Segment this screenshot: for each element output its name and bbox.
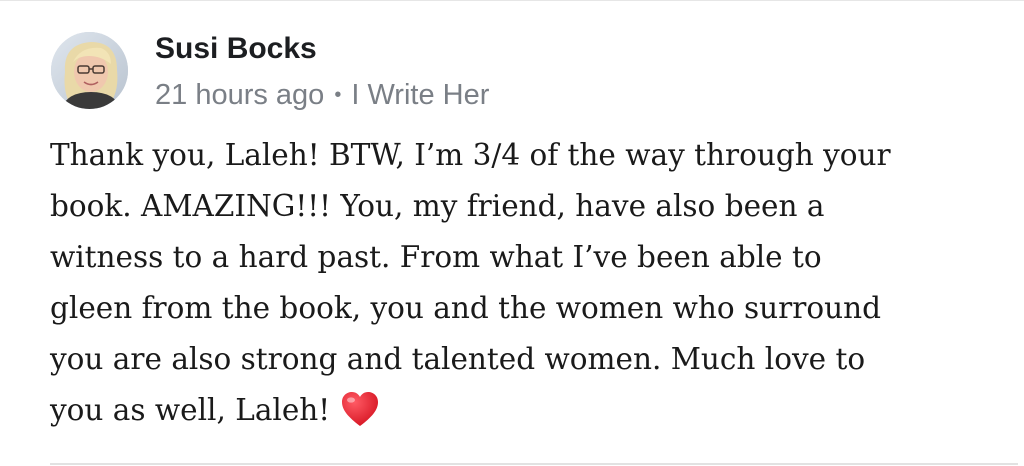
comment-meta: 21 hours ago • I Write Her [155, 76, 489, 114]
comment-line: Thank you, Laleh! BTW, I’m 3/4 of the wa… [50, 138, 891, 172]
avatar-image [51, 32, 128, 109]
comment-body: Thank you, Laleh! BTW, I’m 3/4 of the wa… [50, 130, 1010, 436]
comment-last-line: you as well, Laleh! [50, 385, 1010, 436]
comment-card: Susi Bocks 21 hours ago • I Write Her Than… [0, 0, 1024, 466]
timestamp[interactable]: 21 hours ago [155, 79, 324, 111]
comment-line: gleen from the book, you and the women w… [50, 291, 881, 325]
context-link[interactable]: I Write Her [351, 79, 489, 111]
comment-line: you are also strong and talented women. … [50, 342, 866, 376]
avatar[interactable] [51, 32, 128, 109]
red-heart-icon [340, 390, 380, 428]
comment-line-text: you as well, Laleh! [50, 393, 331, 427]
top-divider [0, 0, 1024, 1]
author-name[interactable]: Susi Bocks [155, 30, 317, 68]
bottom-divider [50, 463, 1018, 465]
comment-line: book. AMAZING!!! You, my friend, have al… [50, 189, 825, 223]
comment-line: witness to a hard past. From what I’ve b… [50, 240, 822, 274]
meta-separator: • [334, 84, 342, 106]
